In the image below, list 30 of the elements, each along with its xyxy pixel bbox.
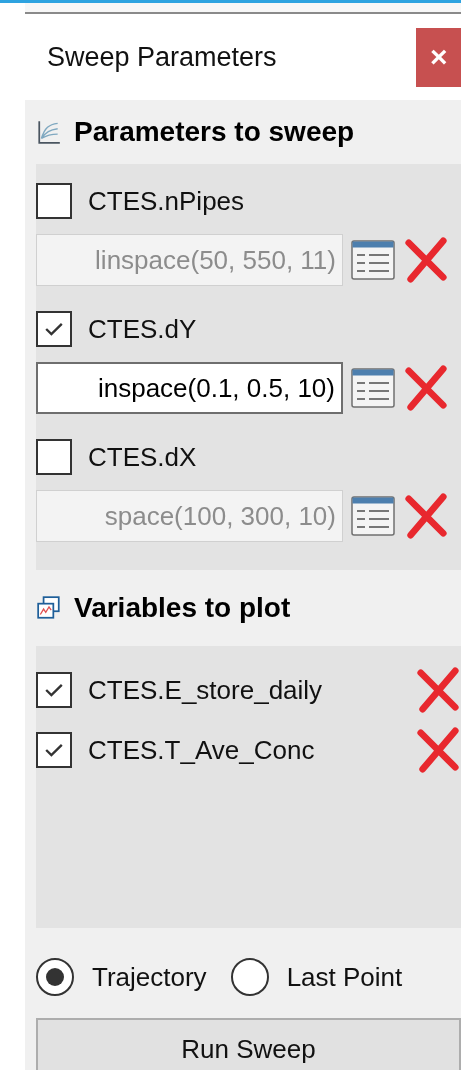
radio-label: Trajectory xyxy=(92,961,207,993)
table-icon[interactable] xyxy=(351,496,395,536)
radio-button[interactable] xyxy=(36,958,74,996)
delete-icon[interactable] xyxy=(403,493,449,539)
curves-icon xyxy=(36,119,62,145)
parameter-name: CTES.dX xyxy=(88,441,197,473)
delete-icon[interactable] xyxy=(403,237,449,283)
close-button[interactable]: × xyxy=(416,27,461,87)
variable-name: CTES.T_Ave_Conc xyxy=(88,734,315,766)
panel-title: Sweep Parameters xyxy=(46,41,277,73)
checkbox[interactable] xyxy=(36,439,72,475)
checkbox[interactable] xyxy=(36,311,72,347)
run-sweep-button[interactable]: Run Sweep xyxy=(36,1018,461,1070)
delete-icon[interactable] xyxy=(415,667,461,713)
plot-windows-icon xyxy=(36,595,62,621)
parameter-name: CTES.nPipes xyxy=(88,185,245,217)
section-heading: Variables to plot xyxy=(74,592,291,624)
section-heading: Parameters to sweep xyxy=(74,116,355,148)
radio-label: Last Point xyxy=(286,961,403,993)
checkbox[interactable] xyxy=(36,732,72,768)
range-input-field[interactable]: inspace(0.1, 0.5, 10) xyxy=(36,362,343,414)
delete-icon[interactable] xyxy=(415,727,461,773)
variable-name: CTES.E_store_daily xyxy=(88,674,323,706)
table-icon[interactable] xyxy=(351,240,395,280)
delete-icon[interactable] xyxy=(403,365,449,411)
checkbox[interactable] xyxy=(36,183,72,219)
parameter-name: CTES.dY xyxy=(88,313,197,345)
checkbox[interactable] xyxy=(36,672,72,708)
radio-button[interactable] xyxy=(230,958,269,996)
table-icon[interactable] xyxy=(351,368,395,408)
